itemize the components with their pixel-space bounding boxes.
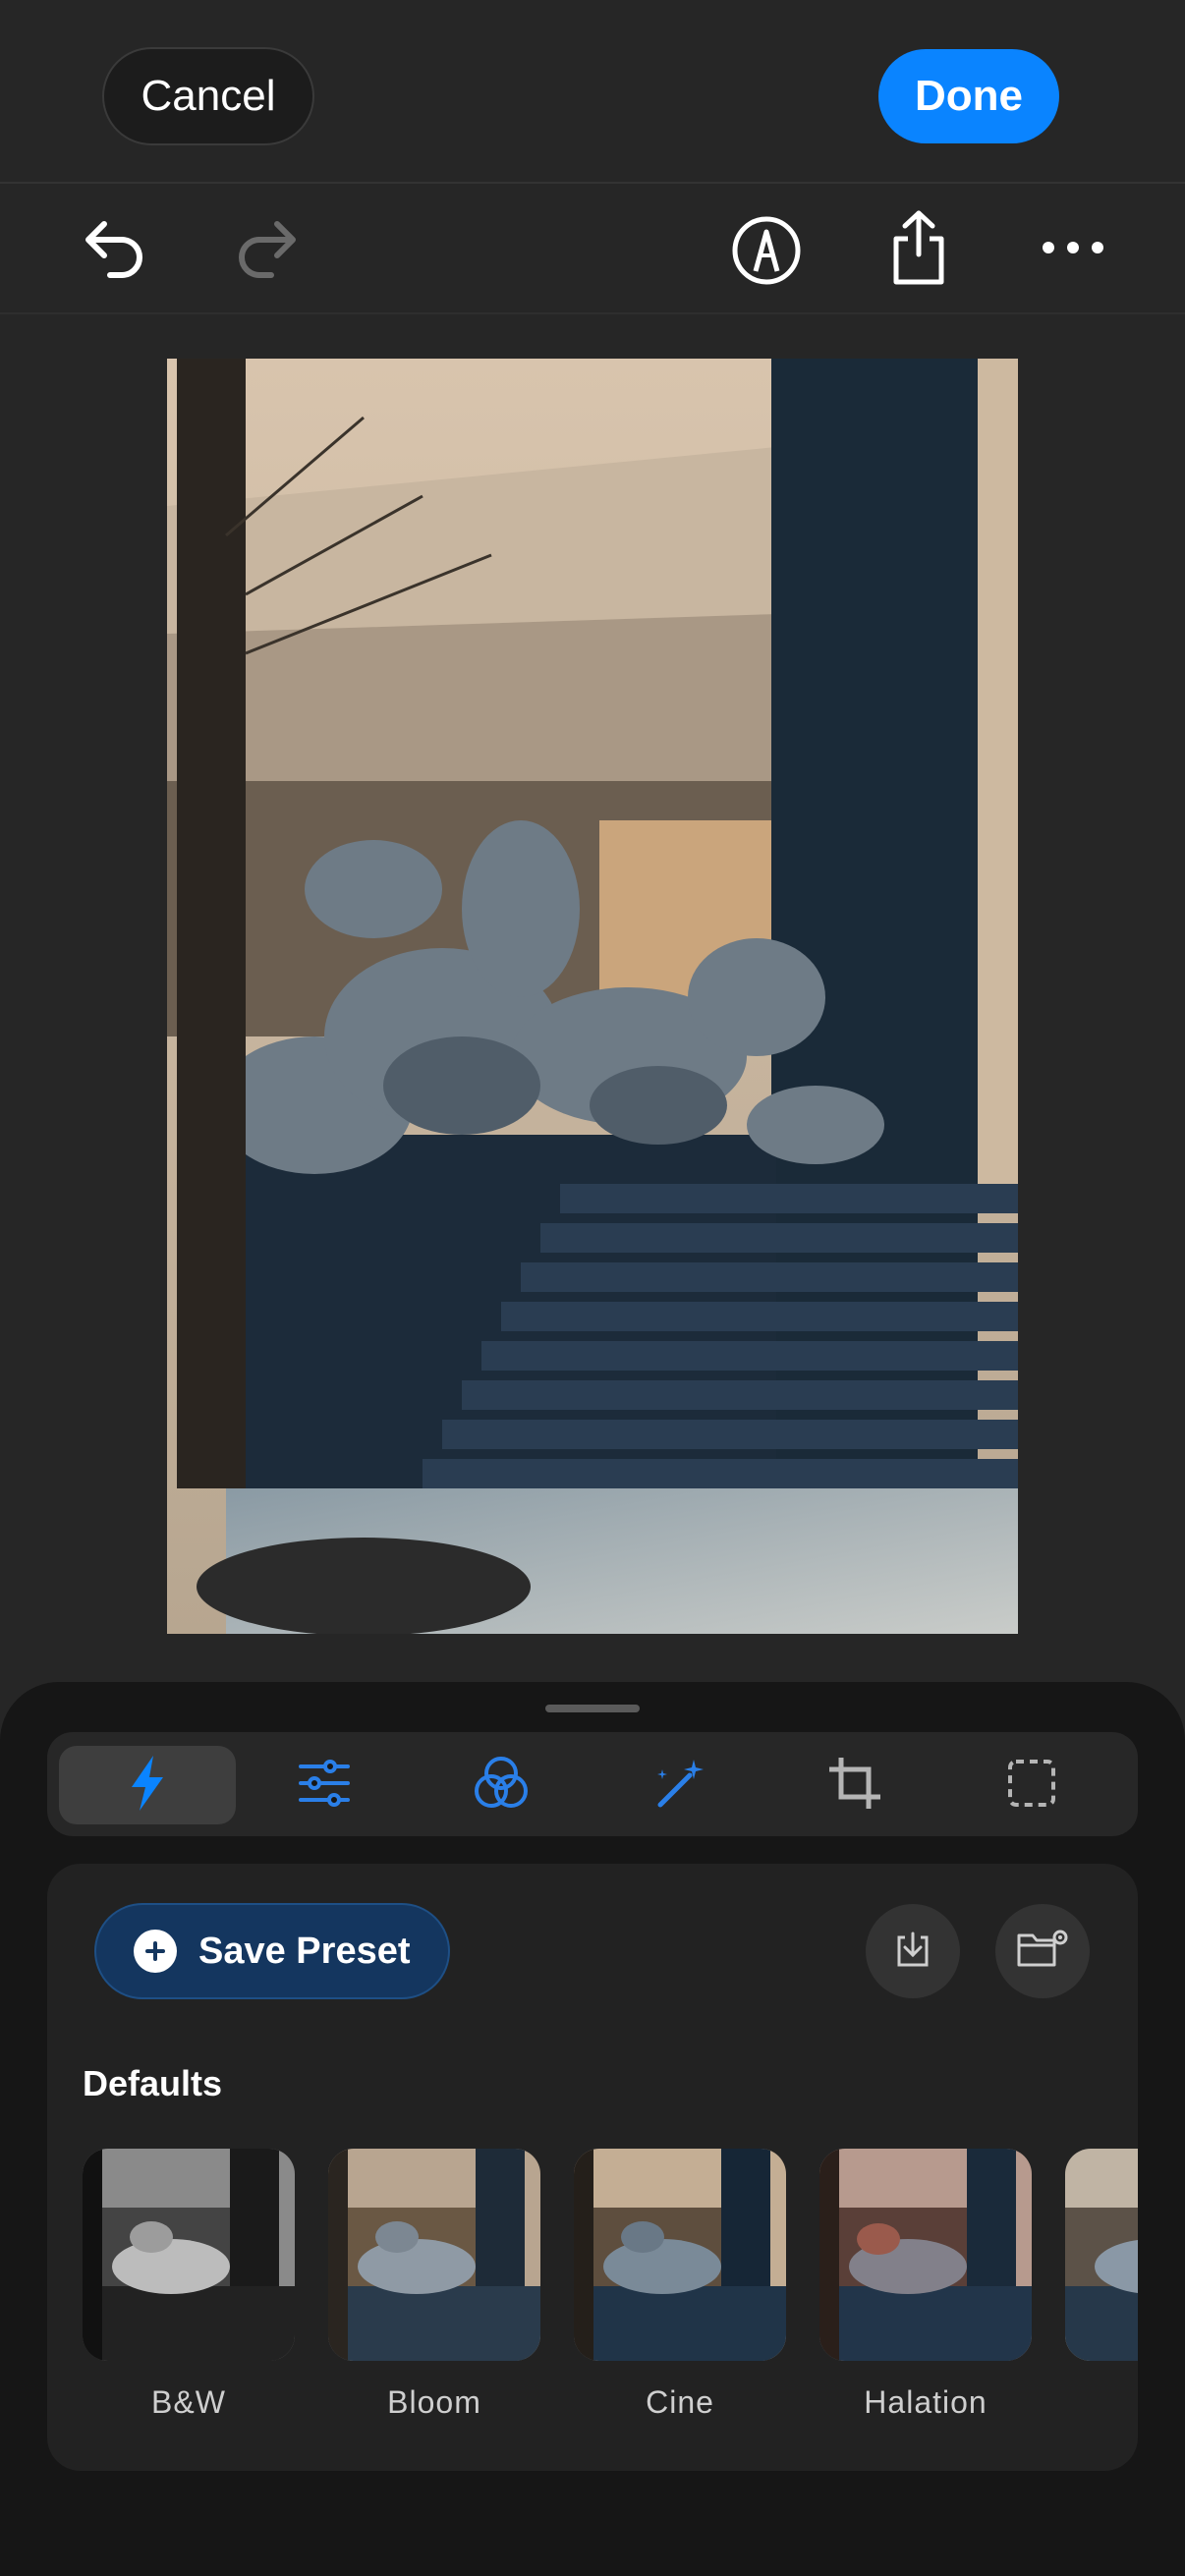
- presets-strip: B&W Bloom Cine Halation: [83, 2149, 1138, 2424]
- download-tray-icon: [891, 1928, 934, 1976]
- preset-thumbnail: [328, 2149, 540, 2361]
- tab-adjust[interactable]: [236, 1746, 413, 1824]
- preset-item[interactable]: [1065, 2149, 1138, 2361]
- tab-effects[interactable]: [590, 1746, 766, 1824]
- preset-label: Cine: [646, 2384, 714, 2420]
- sliders-icon: [297, 1759, 352, 1813]
- tab-selection[interactable]: [943, 1746, 1120, 1824]
- done-button[interactable]: Done: [878, 49, 1059, 143]
- tool-tabs: [47, 1732, 1138, 1836]
- preset-thumbnail: [1065, 2149, 1138, 2361]
- share-icon[interactable]: [879, 207, 958, 290]
- preset-thumbnail: [83, 2149, 295, 2361]
- preset-label: Bloom: [387, 2384, 481, 2420]
- tab-color[interactable]: [413, 1746, 590, 1824]
- preset-label: B&W: [151, 2384, 226, 2420]
- markup-icon[interactable]: [727, 211, 806, 290]
- import-preset-button[interactable]: [866, 1904, 960, 1998]
- save-preset-button[interactable]: Save Preset: [94, 1903, 450, 1999]
- redo-icon[interactable]: [224, 213, 309, 284]
- more-icon[interactable]: [1034, 223, 1112, 272]
- magic-wand-icon: [650, 1756, 705, 1816]
- undo-icon[interactable]: [73, 213, 157, 284]
- divider: [0, 312, 1185, 314]
- preset-thumbnail: [819, 2149, 1032, 2361]
- folder-gear-icon: [1015, 1928, 1070, 1976]
- preset-item[interactable]: Halation: [819, 2149, 1032, 2420]
- color-circles-icon: [472, 1754, 531, 1818]
- preset-item[interactable]: Bloom: [328, 2149, 540, 2420]
- preset-thumbnail: [574, 2149, 786, 2361]
- preset-label: Halation: [864, 2384, 988, 2420]
- save-preset-label: Save Preset: [198, 1930, 411, 1972]
- selection-icon: [1006, 1758, 1057, 1814]
- defaults-section-title: Defaults: [83, 2063, 223, 2103]
- preset-item[interactable]: Cine: [574, 2149, 786, 2420]
- lightning-icon: [126, 1754, 169, 1818]
- manage-presets-button[interactable]: [995, 1904, 1090, 1998]
- tab-presets[interactable]: [59, 1746, 236, 1824]
- tab-crop[interactable]: [766, 1746, 943, 1824]
- photo-preview[interactable]: [167, 359, 1018, 1634]
- crop-icon: [827, 1756, 882, 1816]
- edit-toolbar: [0, 184, 1185, 311]
- top-bar: Cancel Done: [0, 0, 1185, 182]
- plus-circle-icon: [134, 1930, 177, 1973]
- sheet-grabber[interactable]: [545, 1705, 640, 1712]
- cancel-button[interactable]: Cancel: [102, 47, 314, 145]
- preset-item[interactable]: B&W: [83, 2149, 295, 2420]
